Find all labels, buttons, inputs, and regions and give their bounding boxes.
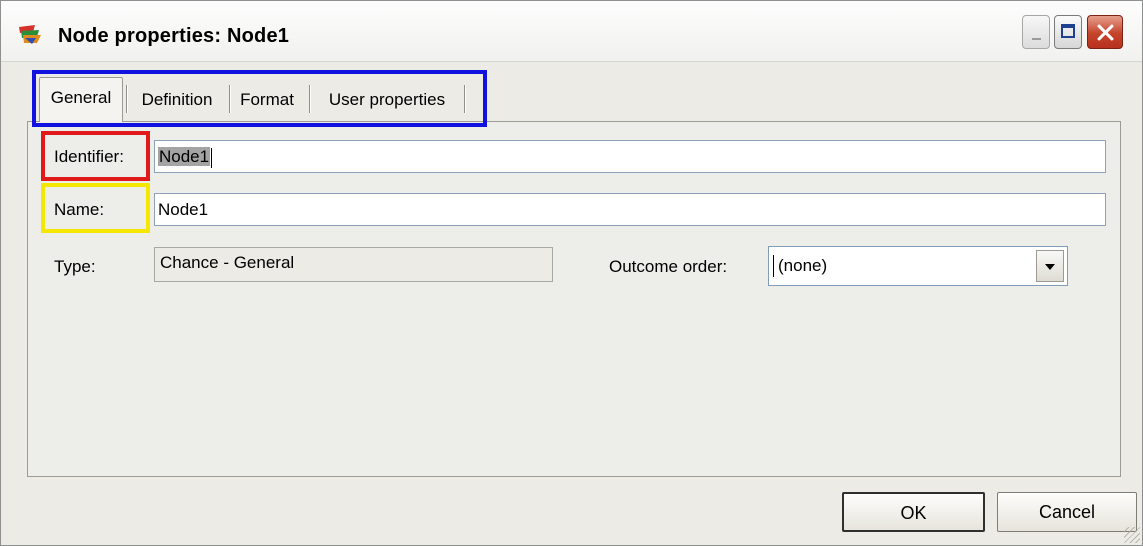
type-field: Chance - General	[154, 247, 553, 282]
identifier-value: Node1	[158, 147, 211, 166]
node-properties-dialog: Node properties: Node1 General Definitio…	[0, 0, 1143, 546]
outcome-order-value: (none)	[778, 256, 828, 275]
cancel-button[interactable]: Cancel	[997, 492, 1137, 532]
chevron-down-icon[interactable]	[1036, 250, 1064, 282]
ok-button[interactable]: OK	[842, 492, 985, 532]
type-label: Type:	[54, 257, 96, 276]
maximize-button[interactable]	[1054, 15, 1082, 49]
name-value: Node1	[158, 200, 209, 219]
identifier-field[interactable]: Node1	[154, 140, 1106, 173]
tabs-highlight-box	[32, 70, 487, 127]
outcome-order-label: Outcome order:	[609, 257, 728, 276]
app-node-icon	[19, 25, 41, 44]
identifier-highlight-box	[41, 131, 150, 181]
title-bar[interactable]: Node properties: Node1	[1, 1, 1142, 62]
select-caret	[773, 255, 774, 277]
resize-grip[interactable]	[1124, 527, 1140, 543]
type-value: Chance - General	[160, 253, 295, 272]
window-title: Node properties: Node1	[58, 25, 290, 47]
general-tab-panel	[27, 121, 1121, 477]
minimize-button[interactable]	[1022, 15, 1050, 49]
text-caret	[211, 147, 213, 168]
close-button[interactable]	[1087, 15, 1123, 49]
name-field[interactable]: Node1	[154, 193, 1106, 226]
outcome-order-select[interactable]: (none)	[768, 246, 1068, 286]
name-highlight-box	[41, 183, 150, 233]
